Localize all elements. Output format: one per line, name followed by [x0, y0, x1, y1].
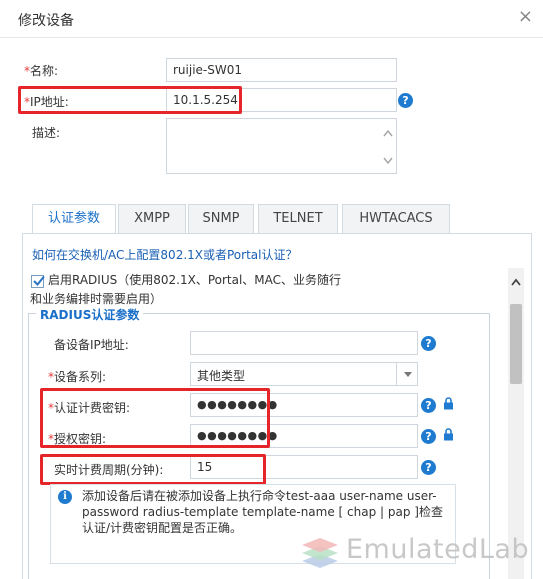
tab-telnet[interactable]: TELNET [258, 204, 338, 234]
info-icon: i [58, 490, 72, 504]
name-label-text: 名称: [30, 64, 59, 78]
name-input[interactable] [166, 58, 397, 82]
scroll-down-icon[interactable] [382, 157, 394, 167]
device-series-label-text: 设备系列: [54, 370, 107, 384]
lock-icon [444, 428, 453, 441]
watermark-text: EmulatedLab [346, 534, 530, 565]
auth-key-help-icon[interactable]: ? [421, 429, 436, 444]
help-link[interactable]: 如何在交换机/AC上配置802.1X或者Portal认证？ [32, 246, 297, 263]
radius-enable-label-line2: 和业务编排时需要启用） [30, 292, 163, 306]
dialog-titlebar: 修改设备 × [0, 0, 543, 38]
desc-textarea[interactable] [166, 118, 397, 174]
ip-help-icon[interactable]: ? [398, 93, 413, 108]
scroll-up-icon[interactable] [508, 278, 524, 294]
radius-params-legend: RADIUS认证参数 [36, 306, 144, 323]
tab-hwtacacs[interactable]: HWTACACS [342, 204, 450, 234]
backup-ip-input[interactable] [190, 331, 418, 355]
check-icon [33, 275, 45, 286]
device-series-select[interactable]: 其他类型 [190, 362, 418, 386]
chevron-down-icon[interactable] [396, 362, 418, 386]
desc-scrollbar[interactable] [382, 123, 394, 171]
keys-highlight-box [40, 388, 270, 448]
tab-auth-params[interactable]: 认证参数 [32, 204, 116, 235]
device-series-value: 其他类型 [197, 369, 246, 383]
ip-highlight-box [18, 86, 242, 114]
dialog-title: 修改设备 [18, 13, 74, 29]
radius-enable-label: 启用RADIUS（使用802.1X、Portal、MAC、业务随行 [48, 273, 342, 287]
radius-enable-checkbox[interactable] [31, 275, 45, 288]
realtime-period-help-icon[interactable]: ? [421, 460, 436, 475]
tab-snmp[interactable]: SNMP [188, 204, 254, 234]
close-icon[interactable]: × [518, 8, 533, 26]
backup-ip-label: 备设备IP地址: [54, 338, 129, 352]
device-series-label: *设备系列: [48, 368, 106, 385]
period-highlight-box [40, 454, 266, 485]
scrollbar-thumb[interactable] [510, 304, 522, 384]
tab-xmpp[interactable]: XMPP [118, 204, 186, 234]
name-label: *名称: [24, 62, 58, 79]
desc-label: 描述: [32, 126, 61, 140]
layers-logo-icon [302, 538, 338, 568]
acct-key-help-icon[interactable]: ? [421, 398, 436, 413]
lock-icon [444, 397, 453, 410]
notice-text: 添加设备后请在被添加设备上执行命令test-aaa user-name user… [82, 489, 443, 535]
scroll-up-icon[interactable] [382, 129, 394, 139]
panel-scrollbar[interactable] [508, 268, 524, 579]
backup-ip-help-icon[interactable]: ? [421, 336, 436, 351]
